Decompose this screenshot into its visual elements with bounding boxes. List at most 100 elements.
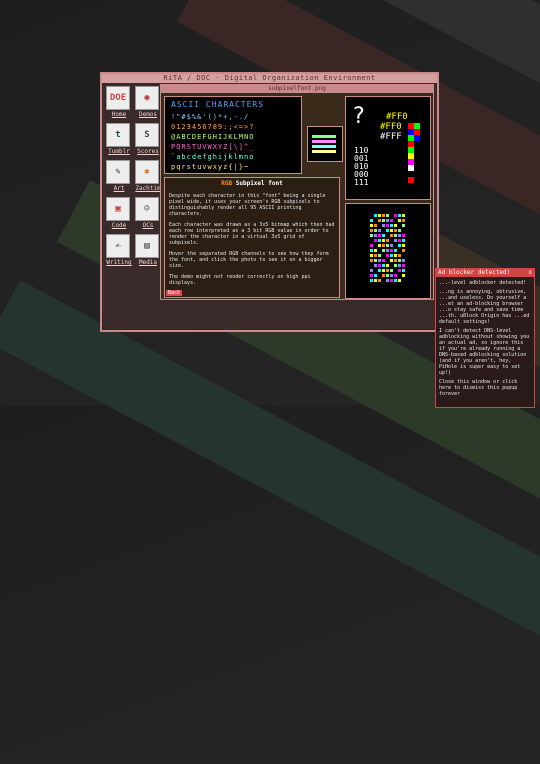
subpixel-dot	[398, 259, 401, 262]
ascii-row: PQRSTUVWXYZ[\]^_	[171, 143, 255, 151]
subpixel-dot	[386, 214, 389, 217]
subpixel-dot	[390, 259, 393, 262]
subpixel-dot	[378, 269, 381, 272]
subpixel-dot	[378, 254, 381, 257]
subpixel-dot	[390, 254, 393, 257]
ascii-row: 0123456789:;<=>?	[171, 123, 255, 131]
subwindow-titlebar[interactable]: subpixelfont.png	[161, 85, 433, 93]
subpixel-dot	[402, 274, 405, 277]
popup-titlebar[interactable]: Ad blocker detected!	[436, 269, 534, 277]
subpixel-dot	[382, 224, 385, 227]
subpixel-dot	[370, 234, 373, 237]
sidebar-item-art[interactable]: ✎ Art	[106, 160, 132, 195]
subpixel-dot	[402, 234, 405, 237]
subpixel-dot	[386, 224, 389, 227]
octopus-icon: ✱	[135, 160, 159, 184]
sidebar-item-label: Tumblr	[108, 148, 130, 155]
subpixel-dot	[382, 259, 385, 262]
sidebar-item-zachtim[interactable]: ✱ Zachtim	[135, 160, 161, 195]
popup-text: ...ng is annoying, obtrusive, ...and use…	[439, 289, 530, 325]
main-window-titlebar[interactable]: RiTA / DOC · Digital Organization Enviro…	[102, 74, 437, 83]
sidebar-item-label: Writing	[106, 259, 132, 266]
media-icon: ▤	[135, 234, 159, 258]
subpixel-dot	[386, 244, 389, 247]
subpixel-dot	[390, 234, 393, 237]
subpixel-dot	[390, 224, 393, 227]
subpixel-dot	[378, 219, 381, 222]
description-paragraph: Each character was drawn as a 3x5 bitmap…	[169, 222, 335, 246]
subpixel-dot	[398, 239, 401, 242]
code-icon: ▣	[106, 197, 130, 221]
subpixel-dot	[394, 234, 397, 237]
sidebar-item-ocs[interactable]: ☺ OCs	[135, 197, 161, 232]
description-paragraph: Hover the separated RGB channels to see …	[169, 251, 329, 269]
doe-logo-icon: DOE	[106, 86, 130, 110]
subpixel-dot	[382, 264, 385, 267]
sidebar-item-code[interactable]: ▣ Code	[106, 197, 132, 232]
subpixel-dot	[374, 279, 377, 282]
subpixel-dot	[394, 279, 397, 282]
subpixel-dot	[398, 254, 401, 257]
sidebar-item-label: Code	[111, 222, 127, 229]
subpixel-dot	[394, 224, 397, 227]
sidebar-item-media[interactable]: ▤ Media	[135, 234, 161, 269]
subpixel-dot	[374, 234, 377, 237]
sidebar-item-label: OCs	[142, 222, 154, 229]
close-icon[interactable]: x	[528, 269, 532, 277]
sidebar-item-label: Demos	[138, 111, 158, 118]
subpixel-sample-image[interactable]	[345, 203, 431, 299]
description-paragraph: The demo might not render correctly on h…	[169, 274, 311, 286]
subpixel-dot	[386, 229, 389, 232]
subpixel-dot	[390, 279, 393, 282]
subpixel-dot	[374, 254, 377, 257]
subpixel-dot	[390, 249, 393, 252]
subpixel-dot	[382, 269, 385, 272]
sidebar-item-home[interactable]: DOE Home	[106, 86, 132, 121]
subpixel-dot	[398, 279, 401, 282]
subpixel-dot	[370, 279, 373, 282]
subpixel-dot	[378, 239, 381, 242]
sidebar-item-label: Home	[111, 111, 127, 118]
subpixel-dot	[382, 249, 385, 252]
hex-line-3: #FFF	[380, 132, 402, 142]
subpixel-dot	[402, 264, 405, 267]
ascii-preview-image[interactable]: ASCII CHARACTERS !"#$%&'()*+,-./ 01234567…	[164, 96, 302, 174]
subpixel-dot	[374, 239, 377, 242]
sidebar-item-label: Media	[138, 259, 158, 266]
subpixel-dot	[394, 254, 397, 257]
subpixel-dot	[398, 244, 401, 247]
subpixel-dot	[378, 229, 381, 232]
subpixel-dot	[382, 239, 385, 242]
subpixel-dot	[402, 249, 405, 252]
subpixel-dot	[398, 264, 401, 267]
subpixel-dot	[394, 229, 397, 232]
subpixel-dot	[386, 264, 389, 267]
writing-icon: ✍	[106, 234, 130, 258]
hex-line-2: #FF0	[380, 122, 402, 132]
popup-dismiss-text[interactable]: Close this window or click here to dismi…	[439, 379, 531, 397]
ascii-heading: ASCII CHARACTERS	[171, 100, 265, 109]
subpixel-dot	[386, 274, 389, 277]
subpixel-dot	[382, 219, 385, 222]
sidebar-item-tumblr[interactable]: t Tumblr	[106, 123, 132, 158]
subpixel-dot	[370, 244, 373, 247]
rgb-breakdown-image[interactable]: ? #FF0 #FF0 #FFF 110 001 010 000 111	[345, 96, 431, 200]
tiny-font-thumbnail[interactable]	[307, 126, 343, 162]
rgb-breakdown-graphic: ? #FF0 #FF0 #FFF 110 001 010 000 111	[352, 104, 420, 187]
sidebar-item-writing[interactable]: ✍ Writing	[106, 234, 132, 269]
sidebar-item-label: Scores	[137, 148, 159, 155]
ascii-row: `abcdefghijklmno	[171, 153, 255, 161]
subpixel-dot	[402, 259, 405, 262]
subpixel-dot	[398, 269, 401, 272]
subpixel-dot	[382, 234, 385, 237]
back-button[interactable]: Back	[166, 290, 183, 296]
subpixel-dot	[398, 214, 401, 217]
subpixel-sample-graphic	[370, 214, 405, 282]
subpixel-dot	[394, 274, 397, 277]
subpixel-dot	[398, 229, 401, 232]
sidebar-item-scores[interactable]: S Scores	[135, 123, 161, 158]
subpixel-dot	[370, 229, 373, 232]
sidebar-item-demos[interactable]: ◉ Demos	[135, 86, 161, 121]
subpixel-dot	[378, 279, 381, 282]
popup-text: ...-level adblocker detected!	[439, 280, 527, 286]
